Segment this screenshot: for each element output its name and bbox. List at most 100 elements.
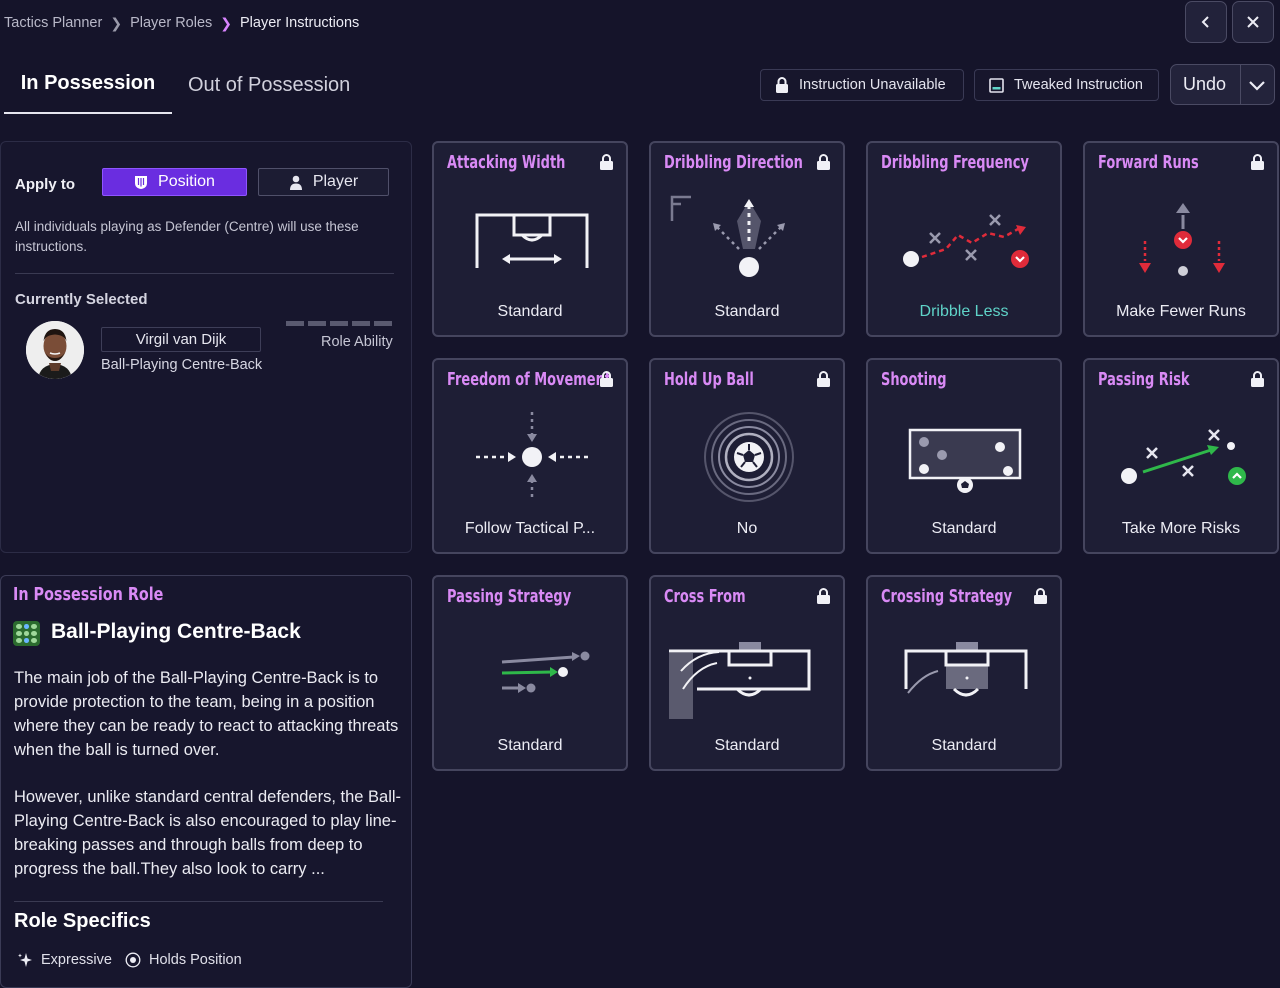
role-formation-dot [23, 631, 30, 636]
card-title: Passing Risk [1098, 369, 1190, 390]
card-value: No [736, 520, 758, 537]
role-formation-dot [16, 631, 22, 636]
card-value: Standard [714, 737, 780, 754]
breadcrumb-player-instructions: Player Instructions [240, 15, 360, 31]
instruction-card-dribbling-direction[interactable]: Dribbling Direction Standard [649, 141, 845, 337]
role-ability-star [330, 321, 348, 326]
chevron-right-icon: ❯ [110, 14, 123, 31]
instruction-card-forward-runs[interactable]: Forward Runs Make Fewer Runs [1083, 141, 1279, 337]
instruction-card-cross-from[interactable]: Cross From Standard [649, 575, 845, 771]
passing-strategy-icon [501, 651, 590, 693]
specific-holds-position-label: Holds Position [149, 952, 242, 968]
card-value: Standard [714, 303, 780, 320]
apply-position-label: Position [158, 173, 215, 190]
currently-selected-title: Currently Selected [15, 291, 148, 308]
card-title: Passing Strategy [447, 586, 572, 607]
role-formation-icon [13, 621, 40, 646]
card-value: Make Fewer Runs [1116, 303, 1246, 320]
instruction-card-attacking-width[interactable]: Attacking Width Standard [432, 141, 628, 337]
card-title: Dribbling Direction [664, 152, 803, 173]
shield-icon [135, 175, 148, 189]
lock-icon [600, 371, 613, 387]
role-ability-star [286, 321, 304, 326]
sparkle-icon [18, 953, 32, 967]
instruction-card-passing-risk[interactable]: Passing Risk Take More Risks [1083, 358, 1279, 554]
divider [14, 901, 383, 902]
role-description-2: However, unlike standard central defende… [14, 788, 402, 878]
tab-in-possession[interactable]: In Possession [4, 70, 172, 114]
instruction-card-crossing-strategy[interactable]: Crossing Strategy Standard [866, 575, 1062, 771]
cross-from-icon [669, 642, 811, 719]
dribble-frequency-icon [903, 214, 1029, 268]
tab-out-of-possession[interactable]: Out of Possession [188, 70, 350, 97]
legend-tweaked-label: Tweaked Instruction [1014, 77, 1143, 93]
role-ability-stars [286, 321, 392, 326]
role-formation-dot [23, 624, 30, 629]
instruction-card-freedom-of-movement[interactable]: Freedom of Movement Follow Tactical P... [432, 358, 628, 554]
person-icon [289, 175, 302, 190]
dribble-direction-icon [670, 195, 785, 277]
instruction-card-shooting[interactable]: Shooting Standard [866, 358, 1062, 554]
close-button[interactable] [1232, 1, 1274, 43]
tab-in-possession-label: In Possession [20, 72, 156, 94]
chevron-down-icon [1249, 80, 1266, 91]
crossing-strategy-icon [904, 642, 1028, 697]
instruction-card-hold-up-ball[interactable]: Hold Up Ball No [649, 358, 845, 554]
role-formation-dot [31, 624, 37, 629]
card-title: Shooting [881, 369, 947, 390]
lock-icon [817, 154, 830, 170]
shooting-icon [908, 428, 1022, 493]
player-role: Ball-Playing Centre-Back [101, 357, 263, 373]
apply-to-label: Apply to [15, 176, 75, 193]
card-value: Follow Tactical P... [464, 520, 596, 537]
undo-button[interactable]: Undo [1170, 64, 1275, 105]
card-title: Cross From [664, 586, 746, 607]
role-ability-label: Role Ability [321, 334, 393, 350]
back-button[interactable] [1185, 1, 1227, 43]
role-ability-star [374, 321, 392, 326]
card-value: Standard [931, 520, 997, 537]
lock-icon [1251, 154, 1264, 170]
chevron-left-icon [1201, 16, 1209, 28]
legend-tweaked-instruction: Tweaked Instruction [974, 69, 1159, 101]
instruction-card-dribbling-frequency[interactable]: Dribbling Frequency Dribble Less [866, 141, 1062, 337]
apply-player-label: Player [312, 173, 359, 190]
card-value: Standard [497, 303, 563, 320]
lock-icon [817, 588, 830, 604]
forward-runs-icon [1139, 203, 1225, 276]
apply-position-button[interactable]: Position [102, 168, 247, 196]
apply-description: All individuals playing as Defender (Cen… [15, 219, 359, 254]
card-value: Standard [931, 737, 997, 754]
player-name: Virgil van Dijk [101, 327, 261, 352]
card-title: Dribbling Frequency [881, 152, 1029, 173]
breadcrumb-player-roles[interactable]: Player Roles [130, 15, 212, 31]
specific-holds-position: Holds Position [125, 952, 242, 968]
card-title: Crossing Strategy [881, 586, 1013, 607]
role-section-title: In Possession Role [13, 585, 164, 605]
card-title: Freedom of Movement [447, 369, 612, 390]
role-formation-dot [31, 631, 37, 636]
card-value: Standard [497, 737, 563, 754]
hold-up-ball-icon [704, 412, 794, 502]
role-specifics-title: Role Specifics [14, 910, 151, 932]
breadcrumb-tactics-planner[interactable]: Tactics Planner [4, 15, 102, 31]
lock-icon [817, 371, 830, 387]
breadcrumb: Tactics Planner ❯ Player Roles ❯ Player … [4, 12, 359, 34]
role-formation-dot [23, 638, 30, 643]
role-formation-dot [31, 638, 37, 643]
player-portrait-icon [26, 321, 84, 379]
avatar [26, 321, 84, 379]
apply-player-button[interactable]: Player [258, 168, 389, 196]
legend-instruction-unavailable: Instruction Unavailable [760, 69, 964, 101]
instruction-card-passing-strategy[interactable]: Passing Strategy Standard [432, 575, 628, 771]
undo-dropdown[interactable] [1239, 65, 1274, 104]
legend-unavailable-label: Instruction Unavailable [799, 77, 946, 93]
freedom-movement-icon [476, 412, 588, 500]
target-dot-icon [125, 952, 141, 968]
close-icon [1247, 16, 1259, 28]
card-value: Take More Risks [1121, 520, 1241, 537]
lock-icon [776, 77, 788, 93]
width-pitch-icon [475, 213, 589, 268]
role-description-1: The main job of the Ball-Playing Centre-… [14, 669, 399, 759]
undo-label: Undo [1183, 74, 1227, 94]
